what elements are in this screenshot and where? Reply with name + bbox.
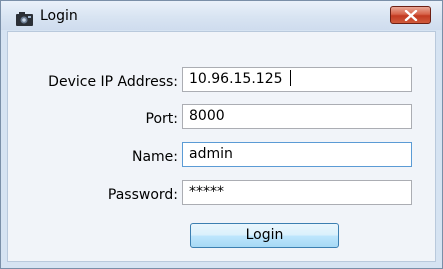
port-value: 8000 <box>189 108 225 124</box>
device-ip-label: Device IP Address: <box>48 74 178 90</box>
name-value: admin <box>189 146 233 162</box>
name-field[interactable]: admin <box>182 142 412 167</box>
password-label: Password: <box>107 187 178 203</box>
login-button[interactable]: Login <box>190 223 339 248</box>
window-title: Login <box>40 8 78 24</box>
port-field[interactable]: 8000 <box>182 104 412 129</box>
device-ip-field[interactable]: 10.96.15.125 <box>182 67 412 92</box>
password-value: ***** <box>189 184 224 200</box>
title-bar[interactable]: Login <box>1 1 442 30</box>
name-label: Name: <box>131 149 178 165</box>
password-field[interactable]: ***** <box>182 180 412 205</box>
close-icon <box>404 10 418 21</box>
port-label: Port: <box>145 111 178 127</box>
close-button[interactable] <box>390 6 431 24</box>
device-ip-value: 10.96.15.125 <box>189 71 283 87</box>
camera-app-icon <box>16 11 35 26</box>
login-dialog: Login Device IP Address: 10.96.15.125 Po… <box>0 0 443 269</box>
text-caret <box>289 70 291 86</box>
